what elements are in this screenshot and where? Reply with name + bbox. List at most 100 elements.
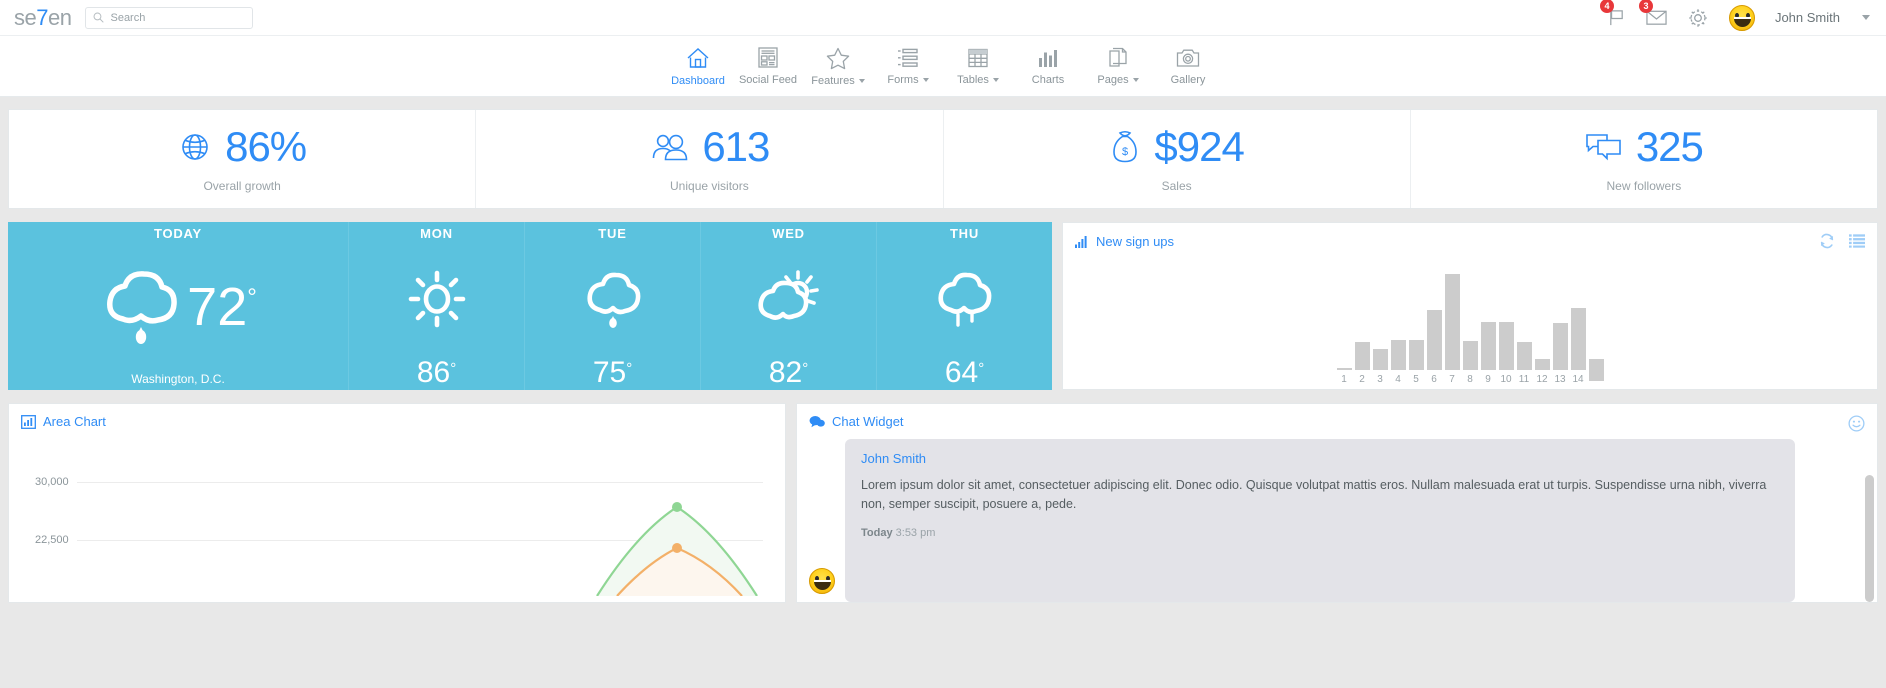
avatar[interactable]	[1728, 4, 1755, 31]
bar-column: 10	[1498, 322, 1514, 385]
smiley-icon[interactable]	[1848, 415, 1865, 432]
nav-item-pages[interactable]: Pages	[1083, 46, 1153, 86]
nav-item-social-feed[interactable]: Social Feed	[733, 46, 803, 86]
bar-label: 6	[1431, 374, 1437, 385]
bar-column: 1	[1336, 368, 1352, 385]
main-navigation: Dashboard Social Feed Features Forms Tab…	[0, 36, 1886, 97]
bar-column: 13	[1552, 323, 1568, 385]
gear-icon	[1689, 8, 1707, 27]
chevron-down-icon[interactable]	[1862, 15, 1870, 20]
nav-item-dashboard[interactable]: Dashboard	[663, 46, 733, 87]
bar	[1480, 322, 1496, 370]
signups-bar-chart: 1 2 3 4 5 6 7 8 9 10 11 12 13 14	[1063, 253, 1877, 389]
bar-label: 4	[1395, 374, 1401, 385]
stat-card-overall-growth[interactable]: 86% Overall growth	[9, 110, 477, 208]
weather-day-name: WED	[772, 226, 805, 241]
area-chart-body: 30,000 22,500	[9, 433, 785, 602]
bar-column: 5	[1408, 340, 1424, 385]
bar-column: 14	[1570, 308, 1586, 385]
bar-label: 1	[1341, 374, 1347, 385]
sun-icon	[408, 270, 465, 327]
bar-label: 12	[1536, 374, 1548, 385]
stat-card-new-followers[interactable]: 325 New followers	[1411, 110, 1877, 208]
search-box[interactable]	[85, 6, 254, 29]
search-input[interactable]	[110, 11, 246, 24]
bar-label: 2	[1359, 374, 1365, 385]
bar-column	[1588, 359, 1604, 385]
bar	[1408, 340, 1424, 370]
chat-icon	[809, 415, 825, 427]
weather-day-name: MON	[420, 226, 453, 241]
bar-chart-icon	[1039, 49, 1057, 67]
layout-icon	[758, 47, 778, 68]
stat-label-new-followers: New followers	[1606, 178, 1682, 193]
nav-item-charts[interactable]: Charts	[1013, 47, 1083, 86]
bar	[1336, 368, 1352, 370]
users-icon	[653, 134, 688, 160]
chevron-down-icon	[1132, 78, 1139, 82]
area-chart-plot	[596, 502, 758, 596]
nav-item-gallery[interactable]: Gallery	[1153, 47, 1223, 86]
stat-value-new-followers: 325	[1635, 122, 1704, 170]
nav-item-forms[interactable]: Forms	[873, 47, 943, 86]
stats-row: 86% Overall growth 613 Unique visitors $…	[8, 109, 1878, 209]
nav-item-features[interactable]: Features	[803, 46, 873, 87]
weather-day-name: TODAY	[153, 226, 203, 241]
pages-icon	[1109, 47, 1127, 67]
weather-day-wed[interactable]: WED 82 °	[701, 222, 877, 390]
data-point-green	[672, 502, 682, 512]
header-actions: 4 3 John Smith	[1599, 0, 1876, 31]
stat-label-sales: Sales	[1161, 178, 1192, 193]
weather-day-thu[interactable]: THU 64 °	[877, 222, 1052, 390]
bar-column: 9	[1480, 322, 1496, 385]
cloud-drizzle-icon	[937, 272, 991, 327]
weather-day-mon[interactable]: MON 86 °	[349, 222, 525, 390]
weather-degree-symbol: °	[626, 360, 633, 377]
weather-city: Washington, D.C.	[131, 372, 225, 386]
chat-widget-header: Chat Widget	[797, 404, 1877, 433]
signups-title: New sign ups	[1096, 233, 1175, 249]
weather-day-tue[interactable]: TUE 75 °	[525, 222, 701, 390]
brand-prefix: se	[14, 4, 37, 30]
bar	[1588, 359, 1604, 381]
signups-panel-header: New sign ups	[1063, 223, 1877, 253]
bar	[1552, 323, 1568, 370]
list-icon[interactable]	[1849, 234, 1865, 248]
bar	[1426, 310, 1442, 370]
bar	[1534, 359, 1550, 370]
weather-degree-symbol: °	[802, 360, 809, 377]
chat-message-author: John Smith	[861, 451, 927, 466]
area-chart-title: Area Chart	[43, 414, 106, 429]
flag-badge: 4	[1599, 0, 1614, 13]
bar-chart-icon	[21, 414, 36, 429]
y-tick-label: 30,000	[35, 476, 69, 488]
data-point-orange	[672, 543, 682, 553]
weather-day-today[interactable]: TODAY 72 ° Washington, D.C.	[8, 222, 349, 390]
bar-column: 3	[1372, 349, 1388, 385]
weather-degree-symbol: °	[247, 283, 257, 311]
messages-button[interactable]: 3	[1638, 0, 1667, 27]
refresh-icon[interactable]	[1819, 233, 1835, 249]
bar-label: 14	[1572, 374, 1584, 385]
signups-title-group: New sign ups	[1075, 234, 1174, 249]
nav-label-gallery: Gallery	[1170, 73, 1206, 86]
chat-message-text: Lorem ipsum dolor sit amet, consectetuer…	[861, 478, 1767, 512]
stat-value-unique-visitors: 613	[702, 122, 770, 170]
nav-label-social-feed: Social Feed	[738, 74, 798, 86]
nav-item-tables[interactable]: Tables	[943, 47, 1013, 86]
bar	[1498, 322, 1514, 370]
brand-logo[interactable]: se7en	[14, 4, 72, 31]
weather-widget: TODAY 72 ° Washington, D.C. MON 86 ° TUE…	[8, 222, 1052, 390]
bar-label: 11	[1518, 374, 1530, 385]
chat-message-time-label: Today	[861, 526, 893, 539]
list-icon	[898, 48, 918, 67]
username-label[interactable]: John Smith	[1775, 10, 1840, 25]
chat-widget-panel: Chat Widget John Smith Lorem ipsum dolor…	[796, 403, 1878, 603]
chat-widget-title-group: Chat Widget	[809, 414, 904, 429]
chat-scrollbar[interactable]	[1865, 475, 1874, 602]
settings-button[interactable]	[1687, 7, 1709, 29]
stat-card-sales[interactable]: $ $924 Sales	[944, 110, 1411, 208]
chevron-down-icon	[992, 77, 999, 82]
notifications-flag-button[interactable]: 4	[1599, 0, 1626, 27]
stat-card-unique-visitors[interactable]: 613 Unique visitors	[476, 110, 944, 208]
